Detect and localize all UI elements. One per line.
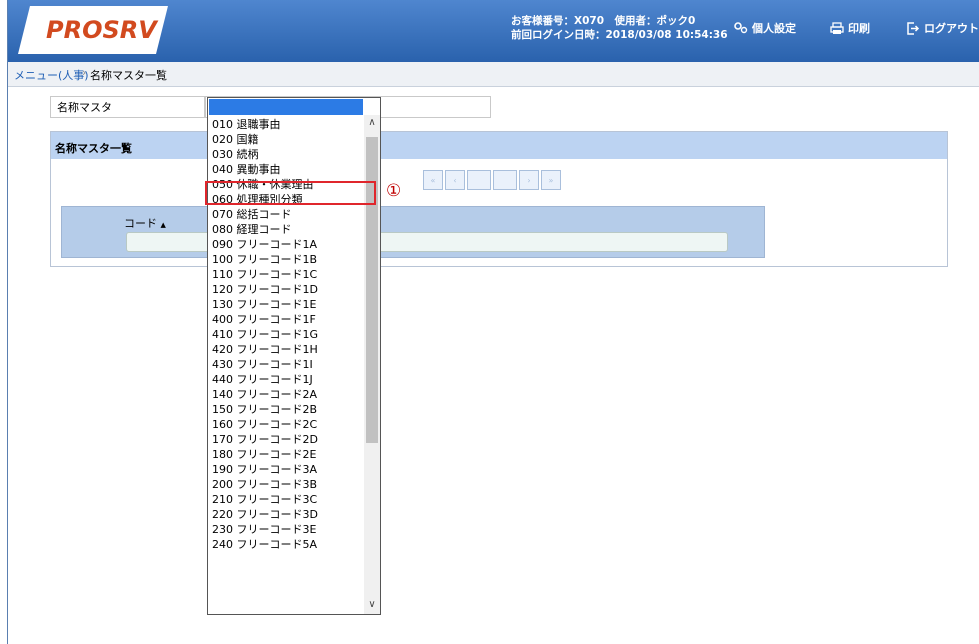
personal-settings-button[interactable]: 個人設定	[734, 20, 796, 36]
app-header: PROSRV お客様番号：X070 使用者：ポック0 前回ログイン日時：2018…	[8, 0, 979, 62]
breadcrumb-current: 名称マスタ一覧	[90, 69, 167, 82]
dropdown-option[interactable]: 030 続柄	[212, 147, 364, 162]
pager-prev-button[interactable]: ‹	[445, 170, 465, 190]
sort-asc-icon: ▲	[160, 221, 166, 229]
dropdown-option[interactable]: 180 フリーコード2E	[212, 447, 364, 462]
panel-header: 名称マスタ一覧	[51, 132, 947, 159]
breadcrumb-separator: ›	[82, 66, 87, 79]
pager: « ‹ › »	[423, 170, 561, 190]
personal-settings-label: 個人設定	[752, 22, 796, 35]
pager-page-count	[493, 170, 517, 190]
logo: PROSRV	[46, 16, 157, 44]
dropdown-option[interactable]: 140 フリーコード2A	[212, 387, 364, 402]
dropdown-option[interactable]: 400 フリーコード1F	[212, 312, 364, 327]
dropdown-option[interactable]: 220 フリーコード3D	[212, 507, 364, 522]
dropdown-option[interactable]: 410 フリーコード1G	[212, 327, 364, 342]
print-label: 印刷	[848, 22, 870, 35]
dropdown-option[interactable]: 130 フリーコード1E	[212, 297, 364, 312]
logout-icon	[907, 21, 920, 35]
print-button[interactable]: 印刷	[830, 20, 870, 36]
dropdown-option[interactable]: 240 フリーコード5A	[212, 537, 364, 552]
scroll-down-icon[interactable]: ∨	[367, 600, 377, 610]
dropdown-option[interactable]: 430 フリーコード1I	[212, 357, 364, 372]
scroll-up-icon[interactable]: ∧	[367, 118, 377, 128]
annotation-marker: ①	[386, 181, 402, 201]
dropdown-option[interactable]: 070 総括コード	[212, 207, 364, 222]
dropdown-option[interactable]: 120 フリーコード1D	[212, 282, 364, 297]
dropdown-option[interactable]: 200 フリーコード3B	[212, 477, 364, 492]
breadcrumb-menu-link[interactable]: メニュー(人事)	[14, 67, 89, 83]
column-code-label: コード	[124, 217, 157, 230]
customer-line: お客様番号：X070 使用者：ポック0	[511, 15, 696, 27]
dropdown-option[interactable]: 010 退職事由	[212, 117, 364, 132]
dropdown-option[interactable]: 420 フリーコード1H	[212, 342, 364, 357]
dropdown-option[interactable]: 110 フリーコード1C	[212, 267, 364, 282]
dropdown-option[interactable]: 190 フリーコード3A	[212, 462, 364, 477]
logout-button[interactable]: ログアウト	[906, 20, 979, 36]
panel-title: 名称マスタ一覧	[55, 142, 132, 155]
master-dropdown-list[interactable]: 010 退職事由 020 国籍 030 続柄 040 異動事由 050 休職・休業理由 0…	[207, 97, 381, 615]
pager-page-field[interactable]	[467, 170, 491, 190]
dropdown-option[interactable]: 090 フリーコード1A	[212, 237, 364, 252]
pager-last-button[interactable]: »	[541, 170, 561, 190]
dropdown-selected-option[interactable]	[209, 99, 363, 115]
highlight-box	[205, 181, 376, 205]
dropdown-option[interactable]: 150 フリーコード2B	[212, 402, 364, 417]
gear-icon	[734, 22, 748, 34]
column-header-code[interactable]: コード ▲	[124, 215, 166, 231]
dropdown-option[interactable]: 170 フリーコード2D	[212, 432, 364, 447]
pager-next-button[interactable]: ›	[519, 170, 539, 190]
dropdown-option[interactable]: 440 フリーコード1J	[212, 372, 364, 387]
dropdown-option[interactable]: 230 フリーコード3E	[212, 522, 364, 537]
breadcrumb: メニュー(人事) › 名称マスタ一覧	[8, 62, 979, 87]
result-grid: コード ▲	[61, 206, 765, 258]
user-info: お客様番号：X070 使用者：ポック0 前回ログイン日時：2018/03/08 …	[511, 14, 728, 42]
master-label: 名称マスタ	[50, 96, 205, 118]
logout-label: ログアウト	[924, 22, 979, 35]
dropdown-option[interactable]: 160 フリーコード2C	[212, 417, 364, 432]
dropdown-option[interactable]: 080 経理コード	[212, 222, 364, 237]
pager-first-button[interactable]: «	[423, 170, 443, 190]
dropdown-option[interactable]: 100 フリーコード1B	[212, 252, 364, 267]
master-list-panel: 名称マスタ一覧 « ‹ › » コード ▲	[50, 131, 948, 267]
last-login-line: 前回ログイン日時：2018/03/08 10:54:36	[511, 29, 728, 41]
dropdown-option[interactable]: 040 異動事由	[212, 162, 364, 177]
printer-icon	[830, 21, 844, 34]
dropdown-option[interactable]: 020 国籍	[212, 132, 364, 147]
dropdown-option[interactable]: 210 フリーコード3C	[212, 492, 364, 507]
